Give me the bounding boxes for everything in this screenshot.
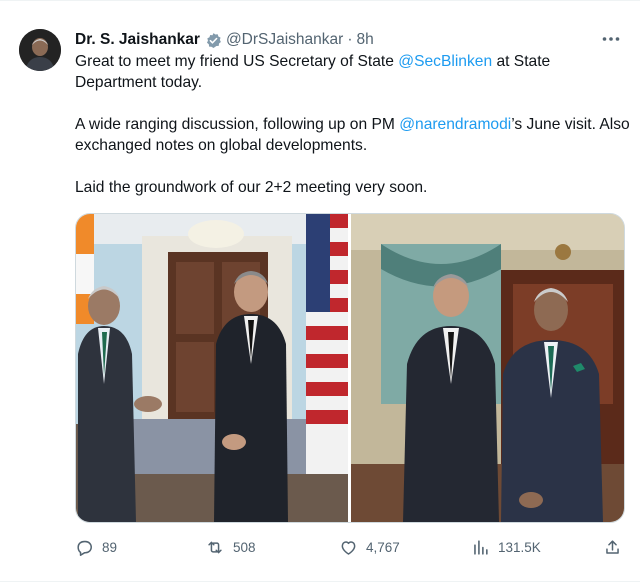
verified-badge-icon bbox=[205, 32, 222, 49]
tweet-text-segment: A wide ranging discussion, following up … bbox=[75, 116, 400, 133]
repost-count: 508 bbox=[233, 539, 256, 555]
tweet-paragraph-2: A wide ranging discussion, following up … bbox=[75, 114, 635, 156]
repost-icon bbox=[208, 541, 222, 553]
author-name[interactable]: Dr. S. Jaishankar bbox=[75, 31, 200, 49]
tweet-paragraph-3: Laid the groundwork of our 2+2 meeting v… bbox=[75, 179, 428, 196]
tweet-text: Great to meet my friend US Secretary of … bbox=[75, 51, 635, 198]
more-dots-icon[interactable] bbox=[600, 29, 622, 49]
repost-button[interactable]: 508 bbox=[205, 538, 256, 557]
reply-icon bbox=[77, 540, 92, 556]
mention-secblinken[interactable]: @SecBlinken bbox=[398, 53, 492, 70]
like-button[interactable]: 4,767 bbox=[339, 538, 400, 557]
share-button[interactable] bbox=[603, 538, 622, 557]
tweet-card: Dr. S. Jaishankar @DrSJaishankar · 8h Gr… bbox=[0, 0, 640, 582]
views-icon bbox=[474, 539, 488, 555]
views-button[interactable]: 131.5K bbox=[471, 538, 541, 557]
tweet-paragraph-1: Great to meet my friend US Secretary of … bbox=[75, 51, 635, 93]
avatar[interactable] bbox=[19, 29, 61, 71]
tweet-media bbox=[75, 213, 625, 523]
separator-dot: · bbox=[347, 31, 353, 48]
like-count: 4,767 bbox=[366, 539, 400, 555]
views-count: 131.5K bbox=[498, 539, 541, 555]
reply-count: 89 bbox=[102, 539, 118, 555]
tweet-text-segment: Great to meet my friend US Secretary of … bbox=[75, 53, 399, 70]
mention-narendramodi[interactable]: @narendramodi bbox=[399, 116, 511, 133]
action-bar: 89 508 4,767 131.5K bbox=[75, 535, 625, 559]
photo-right[interactable] bbox=[351, 214, 624, 522]
photo-left[interactable] bbox=[76, 214, 348, 522]
reply-button[interactable]: 89 bbox=[75, 538, 117, 557]
like-icon bbox=[341, 540, 356, 555]
tweet-time[interactable]: 8h bbox=[357, 31, 374, 49]
tweet-header: Dr. S. Jaishankar @DrSJaishankar · 8h bbox=[75, 29, 620, 51]
author-handle[interactable]: @DrSJaishankar bbox=[226, 31, 343, 49]
share-icon bbox=[606, 539, 619, 554]
